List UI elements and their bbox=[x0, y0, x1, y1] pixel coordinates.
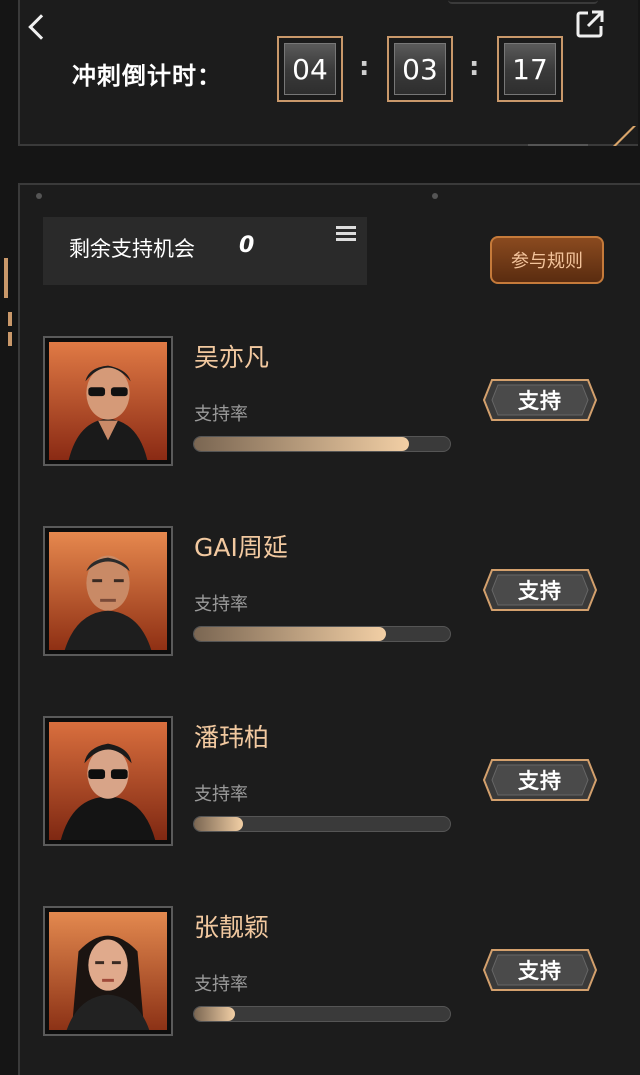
countdown-days: 04 bbox=[284, 43, 336, 95]
support-rate-label: 支持率 bbox=[194, 974, 248, 995]
share-external-icon[interactable] bbox=[574, 8, 606, 40]
support-rate-label: 支持率 bbox=[194, 594, 248, 615]
candidate-name: 吴亦凡 bbox=[194, 343, 270, 372]
candidate-avatar bbox=[43, 906, 173, 1036]
support-rate-bar bbox=[193, 816, 451, 832]
support-rate-label: 支持率 bbox=[194, 404, 248, 425]
candidate-avatar bbox=[43, 336, 173, 466]
countdown-separator: : bbox=[469, 52, 480, 82]
candidate-avatar bbox=[43, 716, 173, 846]
support-button-label: 支持 bbox=[518, 769, 562, 793]
header-notch bbox=[448, 0, 598, 4]
support-button[interactable]: 支持 bbox=[482, 378, 598, 422]
countdown-minutes: 17 bbox=[504, 43, 556, 95]
support-rate-bar bbox=[193, 626, 451, 642]
support-button-label: 支持 bbox=[518, 389, 562, 413]
remaining-chances-count: 0 bbox=[239, 233, 255, 258]
support-button[interactable]: 支持 bbox=[482, 758, 598, 802]
portrait-sunglasses-man bbox=[49, 342, 167, 460]
support-rate-label: 支持率 bbox=[194, 784, 248, 805]
candidate-row: 张靓颖 支持率 支持 bbox=[0, 906, 640, 1056]
remaining-chances-label: 剩余支持机会 bbox=[69, 237, 195, 261]
header-corner-accent bbox=[533, 126, 636, 146]
portrait-sunglasses-man bbox=[49, 722, 167, 840]
candidate-row: 潘玮柏 支持率 支持 bbox=[0, 716, 640, 866]
countdown-days-box: 04 bbox=[277, 36, 343, 102]
support-rate-bar bbox=[193, 436, 451, 452]
candidate-name: 张靓颖 bbox=[194, 913, 270, 942]
candidate-name: 潘玮柏 bbox=[194, 723, 270, 752]
countdown-hours: 03 bbox=[394, 43, 446, 95]
countdown-label: 冲刺倒计时： bbox=[72, 62, 222, 90]
support-button-label: 支持 bbox=[518, 579, 562, 603]
candidate-row: GAI周延 支持率 支持 bbox=[0, 526, 640, 676]
portrait-man bbox=[49, 532, 167, 650]
support-button[interactable]: 支持 bbox=[482, 568, 598, 612]
menu-icon[interactable] bbox=[336, 226, 356, 242]
candidate-avatar bbox=[43, 526, 173, 656]
rules-button[interactable]: 参与规则 bbox=[490, 236, 604, 284]
support-button-label: 支持 bbox=[518, 959, 562, 983]
panel-tab-decoration bbox=[472, 183, 640, 213]
support-rate-bar bbox=[193, 1006, 451, 1022]
candidate-name: GAI周延 bbox=[194, 533, 288, 562]
countdown-hours-box: 03 bbox=[387, 36, 453, 102]
countdown-minutes-box: 17 bbox=[497, 36, 563, 102]
portrait-woman bbox=[49, 912, 167, 1030]
candidate-row: 吴亦凡 支持率 支持 bbox=[0, 336, 640, 486]
support-rate-fill bbox=[194, 817, 243, 831]
support-rate-fill bbox=[194, 627, 386, 641]
countdown-separator: : bbox=[359, 52, 370, 82]
remaining-chances-box: 剩余支持机会 0 bbox=[43, 217, 367, 285]
support-rate-fill bbox=[194, 1007, 235, 1021]
support-rate-fill bbox=[194, 437, 410, 451]
support-button[interactable]: 支持 bbox=[482, 948, 598, 992]
